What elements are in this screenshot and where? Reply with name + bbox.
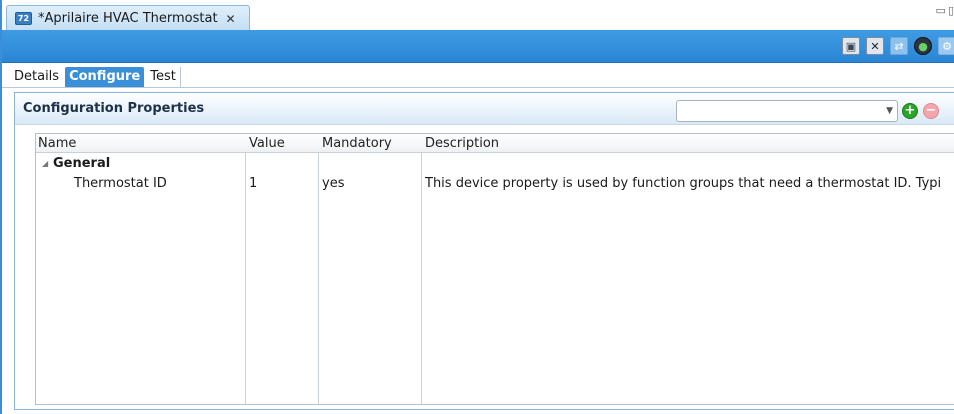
property-mandatory: yes [322, 176, 345, 191]
remove-icon[interactable]: − [923, 103, 939, 119]
thermostat-app-icon: 72 [15, 12, 32, 25]
property-combo[interactable]: ▼ [676, 100, 898, 122]
column-header-description[interactable]: Description [425, 136, 499, 151]
save-icon[interactable]: ▣ [842, 37, 860, 55]
configuration-properties-section: Configuration Properties ▼ + − Name Valu… [14, 92, 954, 410]
save-close-icon[interactable]: ✕ [866, 37, 884, 55]
editor-tab[interactable]: 72 *Aprilaire HVAC Thermostat ✕ [6, 5, 250, 31]
column-header-value[interactable]: Value [249, 136, 285, 151]
editor-toolbar: ▣ ✕ ⇄ ● ⚙ [2, 30, 954, 63]
property-description: This device property is used by function… [425, 176, 942, 191]
section-header: Configuration Properties ▼ + − [15, 93, 954, 125]
minimize-icon[interactable]: ▭ [936, 4, 948, 17]
tab-test[interactable]: Test [146, 67, 181, 87]
expand-triangle-icon[interactable]: ◢ [42, 159, 48, 168]
chevron-down-icon[interactable]: ▼ [886, 106, 893, 116]
window-controls: ▭▯ [936, 4, 954, 17]
group-row[interactable]: ◢ General [36, 154, 954, 173]
section-title: Configuration Properties [23, 101, 205, 116]
properties-table: Name Value Mandatory Description ◢ Gener… [35, 133, 954, 405]
table-row[interactable]: Thermostat ID 1 yes This device property… [36, 174, 954, 193]
column-header-mandatory[interactable]: Mandatory [322, 136, 392, 151]
tab-details[interactable]: Details [10, 67, 63, 87]
device-link-icon[interactable]: ⇄ [890, 37, 908, 55]
table-header: Name Value Mandatory Description [36, 134, 954, 153]
editor-tab-strip: 72 *Aprilaire HVAC Thermostat ✕ ▭▯ [2, 0, 954, 31]
group-label: General [53, 156, 111, 171]
config-icon[interactable]: ⚙ [938, 37, 954, 55]
column-header-name[interactable]: Name [38, 136, 76, 151]
editor-window: 72 *Aprilaire HVAC Thermostat ✕ ▭▯ ▣ ✕ ⇄… [0, 0, 954, 414]
add-icon[interactable]: + [902, 103, 918, 119]
close-icon[interactable]: ✕ [226, 12, 236, 26]
device-status-icon[interactable]: ● [914, 37, 932, 55]
page-tab-bar: Details Configure Test [2, 66, 954, 88]
tab-configure[interactable]: Configure [65, 67, 145, 87]
property-value[interactable]: 1 [249, 176, 315, 191]
editor-tab-title: *Aprilaire HVAC Thermostat [38, 11, 218, 26]
maximize-icon[interactable]: ▯ [948, 4, 954, 17]
property-name: Thermostat ID [74, 176, 167, 191]
